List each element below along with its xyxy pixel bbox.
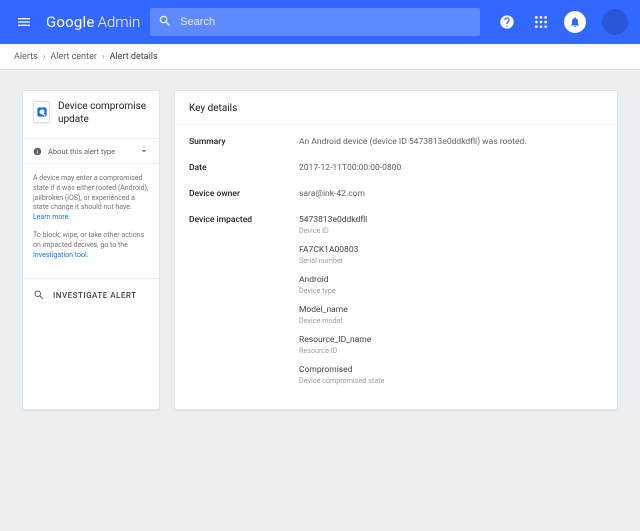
breadcrumb-alerts[interactable]: Alerts bbox=[14, 52, 38, 62]
investigate-alert-button[interactable]: INVESTIGATE ALERT bbox=[23, 278, 159, 311]
chevron-right-icon: › bbox=[43, 52, 46, 62]
investigate-alert-label: INVESTIGATE ALERT bbox=[53, 291, 137, 300]
menu-icon[interactable] bbox=[12, 10, 36, 34]
impacted-label: Device impacted bbox=[189, 215, 299, 225]
comp-state-value: Compromised bbox=[299, 365, 603, 375]
serial-label: Serial number bbox=[299, 256, 603, 265]
row-device-impacted: Device impacted 5473813e0ddkdfll Device … bbox=[189, 207, 603, 393]
date-value: 2017-12-11T00:00:00-0800 bbox=[299, 163, 603, 173]
alert-title: Device compromise update bbox=[58, 101, 149, 126]
owner-label: Device owner bbox=[189, 189, 299, 199]
device-type-label: Device type bbox=[299, 286, 603, 295]
device-model-value: Model_name bbox=[299, 305, 603, 315]
chevron-right-icon: › bbox=[102, 52, 105, 62]
device-compromise-icon bbox=[33, 101, 50, 123]
alert-card-header: Device compromise update bbox=[23, 91, 159, 138]
brand-logo[interactable]: Google Admin bbox=[46, 13, 140, 31]
investigation-tool-link[interactable]: Investigation tool bbox=[33, 251, 87, 259]
key-details-body: Summary An Android device (device ID 547… bbox=[175, 125, 617, 409]
chevron-down-icon bbox=[139, 146, 149, 156]
appbar: Google Admin bbox=[0, 0, 640, 44]
about-alert-type-toggle[interactable]: About this alert type bbox=[23, 138, 159, 163]
avatar[interactable] bbox=[602, 9, 628, 35]
apps-icon[interactable] bbox=[530, 11, 552, 33]
row-date: Date 2017-12-11T00:00:00-0800 bbox=[189, 155, 603, 181]
header-actions bbox=[496, 9, 628, 35]
info-icon bbox=[33, 147, 42, 156]
brand-word-google: Google bbox=[46, 13, 95, 31]
summary-label: Summary bbox=[189, 137, 299, 147]
alert-actions-text: To block, wipe, or take other actions on… bbox=[33, 231, 144, 249]
device-id-value: 5473813e0ddkdfll bbox=[299, 215, 603, 225]
help-icon[interactable] bbox=[496, 11, 518, 33]
serial-value: FA7CK1A00803 bbox=[299, 245, 603, 255]
date-label: Date bbox=[189, 163, 299, 173]
device-model-label: Device model bbox=[299, 316, 603, 325]
alert-summary-card: Device compromise update About this aler… bbox=[22, 90, 160, 410]
notifications-icon[interactable] bbox=[564, 11, 586, 33]
brand-word-admin: Admin bbox=[98, 13, 141, 31]
device-id-label: Device ID bbox=[299, 226, 603, 235]
resource-id-value: Resource_ID_name bbox=[299, 335, 603, 345]
row-summary: Summary An Android device (device ID 547… bbox=[189, 129, 603, 155]
resource-id-label: Resource ID bbox=[299, 346, 603, 355]
row-owner: Device owner sara@ink-42.com bbox=[189, 181, 603, 207]
owner-value: sara@ink-42.com bbox=[299, 189, 603, 199]
device-impacted-block: 5473813e0ddkdfll Device ID FA7CK1A00803 … bbox=[299, 215, 603, 385]
search-icon bbox=[158, 14, 172, 31]
page-content: Device compromise update About this aler… bbox=[0, 70, 640, 430]
search-box[interactable] bbox=[150, 8, 480, 36]
alert-desc-text: A device may enter a compromised state i… bbox=[33, 174, 148, 211]
about-alert-type-body: A device may enter a compromised state i… bbox=[23, 163, 159, 278]
breadcrumb: Alerts › Alert center › Alert details bbox=[0, 44, 640, 70]
key-details-card: Key details Summary An Android device (d… bbox=[174, 90, 618, 410]
learn-more-link[interactable]: Learn more bbox=[33, 213, 68, 221]
breadcrumb-current: Alert details bbox=[110, 52, 158, 62]
search-input[interactable] bbox=[172, 16, 472, 28]
key-details-heading: Key details bbox=[175, 91, 617, 125]
device-type-value: Android bbox=[299, 275, 603, 285]
about-alert-type-label: About this alert type bbox=[48, 147, 115, 156]
breadcrumb-alert-center[interactable]: Alert center bbox=[50, 52, 97, 62]
search-icon bbox=[33, 289, 45, 301]
summary-value: An Android device (device ID 5473813e0dd… bbox=[299, 137, 603, 147]
comp-state-label: Device compromised state bbox=[299, 376, 603, 385]
